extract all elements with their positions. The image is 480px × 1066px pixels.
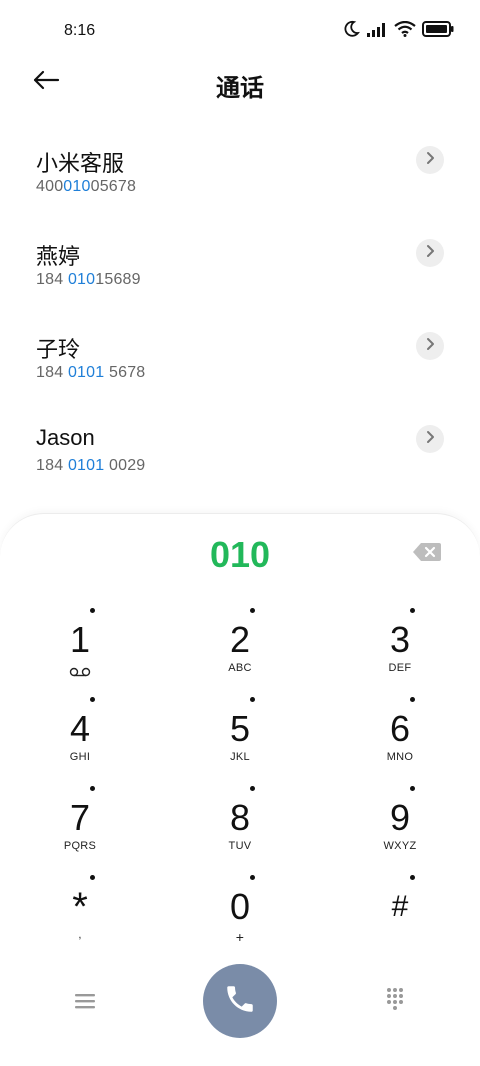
key-dot <box>90 875 95 880</box>
number-match-highlight: 010 <box>63 178 91 195</box>
moon-icon <box>344 20 360 38</box>
key-dot <box>410 608 415 613</box>
key-digit: # <box>391 890 409 923</box>
contact-row[interactable]: 子玲 184 0101 5678 <box>0 316 480 409</box>
key-3[interactable]: 3 DEF <box>340 606 460 694</box>
phone-icon <box>223 982 257 1021</box>
key-star[interactable]: * , <box>20 873 140 961</box>
key-digit: 0 <box>229 886 251 927</box>
dialpad-action-bar <box>0 964 480 1044</box>
signal-icon <box>366 21 388 37</box>
chevron-right-icon <box>425 430 435 449</box>
keypad-grid-icon <box>385 987 405 1016</box>
key-letters: DEF <box>388 662 412 674</box>
chevron-right-icon <box>425 151 435 170</box>
key-hash[interactable]: # <box>340 873 460 961</box>
backspace-icon <box>412 543 442 566</box>
voicemail-icon <box>20 664 140 682</box>
key-letters: MNO <box>386 751 414 763</box>
key-5[interactable]: 5 JKL <box>180 695 300 783</box>
contact-detail-button[interactable] <box>416 332 444 360</box>
page-title: 通话 <box>216 75 264 102</box>
key-digit: 2 <box>229 619 251 660</box>
chevron-right-icon <box>425 244 435 263</box>
call-button[interactable] <box>203 964 277 1038</box>
contact-detail-button[interactable] <box>416 425 444 453</box>
key-digit: * <box>72 885 88 929</box>
key-1[interactable]: 1 <box>20 606 140 694</box>
key-dot <box>90 786 95 791</box>
number-match-highlight: 0101 <box>67 364 105 381</box>
key-dot <box>250 875 255 880</box>
key-digit: 6 <box>389 708 411 749</box>
contact-number: 184 0101 0029 <box>36 457 146 474</box>
chevron-right-icon <box>425 337 435 356</box>
key-7[interactable]: 7 PQRS <box>20 784 140 872</box>
key-2[interactable]: 2 ABC <box>180 606 300 694</box>
battery-icon <box>422 21 454 37</box>
key-letters: WXYZ <box>383 840 417 852</box>
key-dot <box>90 697 95 702</box>
matched-contacts-list: 小米客服 40001005678 燕婷 184 01015689 子玲 184 … <box>0 130 480 502</box>
contact-detail-button[interactable] <box>416 146 444 174</box>
key-digit: 4 <box>69 708 91 749</box>
contact-name: Jason <box>36 425 95 450</box>
contact-row[interactable]: 小米客服 40001005678 <box>0 130 480 223</box>
backspace-button[interactable] <box>412 542 444 564</box>
status-icons <box>344 20 454 38</box>
status-bar: 8:16 <box>0 0 480 62</box>
key-letters: TUV <box>228 840 252 852</box>
key-digit: 5 <box>229 708 251 749</box>
number-match-highlight: 0101 <box>67 457 105 474</box>
key-digit: 7 <box>69 797 91 838</box>
key-letters: ABC <box>228 662 252 674</box>
contact-number: 40001005678 <box>36 178 137 195</box>
number-match-highlight: 010 <box>67 271 96 288</box>
key-6[interactable]: 6 MNO <box>340 695 460 783</box>
contact-name: 燕婷 <box>36 244 81 269</box>
key-letters: PQRS <box>63 840 97 852</box>
key-digit: 1 <box>69 619 91 660</box>
key-letters: JKL <box>230 751 250 763</box>
contact-detail-button[interactable] <box>416 239 444 267</box>
key-dot <box>90 608 95 613</box>
contact-number: 184 0101 5678 <box>36 364 146 381</box>
key-4[interactable]: 4 GHI <box>20 695 140 783</box>
contact-row[interactable]: 燕婷 184 01015689 <box>0 223 480 316</box>
key-digit: 9 <box>389 797 411 838</box>
dialed-number-input[interactable]: 010 <box>0 534 480 576</box>
key-letters: + <box>235 929 245 945</box>
key-8[interactable]: 8 TUV <box>180 784 300 872</box>
key-digit: 3 <box>389 619 411 660</box>
dialer-screen: 8:16 通话 小米客服 40001005678 燕婷 184 01015689… <box>0 0 480 1066</box>
keypad-toggle-button[interactable] <box>378 984 412 1018</box>
wifi-icon <box>394 21 416 37</box>
contact-number: 184 01015689 <box>36 271 141 288</box>
key-dot <box>410 786 415 791</box>
key-letters: , <box>78 929 82 941</box>
contact-name: 小米客服 <box>36 151 125 176</box>
header: 通话 <box>0 60 480 106</box>
key-dot <box>250 608 255 613</box>
key-letters: GHI <box>69 751 91 763</box>
contact-row[interactable]: Jason 184 0101 0029 <box>0 409 480 502</box>
dialpad-panel: 010 1 2 ABC 3 DEF 4 GHI 5 JKL 6 MNO 7 PQ… <box>0 513 480 1066</box>
key-dot <box>250 697 255 702</box>
key-dot <box>410 697 415 702</box>
key-0[interactable]: 0 + <box>180 873 300 961</box>
status-time: 8:16 <box>64 22 96 39</box>
menu-icon <box>74 992 96 1015</box>
menu-button[interactable] <box>68 988 102 1018</box>
key-dot <box>250 786 255 791</box>
key-dot <box>410 875 415 880</box>
key-digit: 8 <box>229 797 251 838</box>
contact-name: 子玲 <box>36 337 81 362</box>
key-9[interactable]: 9 WXYZ <box>340 784 460 872</box>
